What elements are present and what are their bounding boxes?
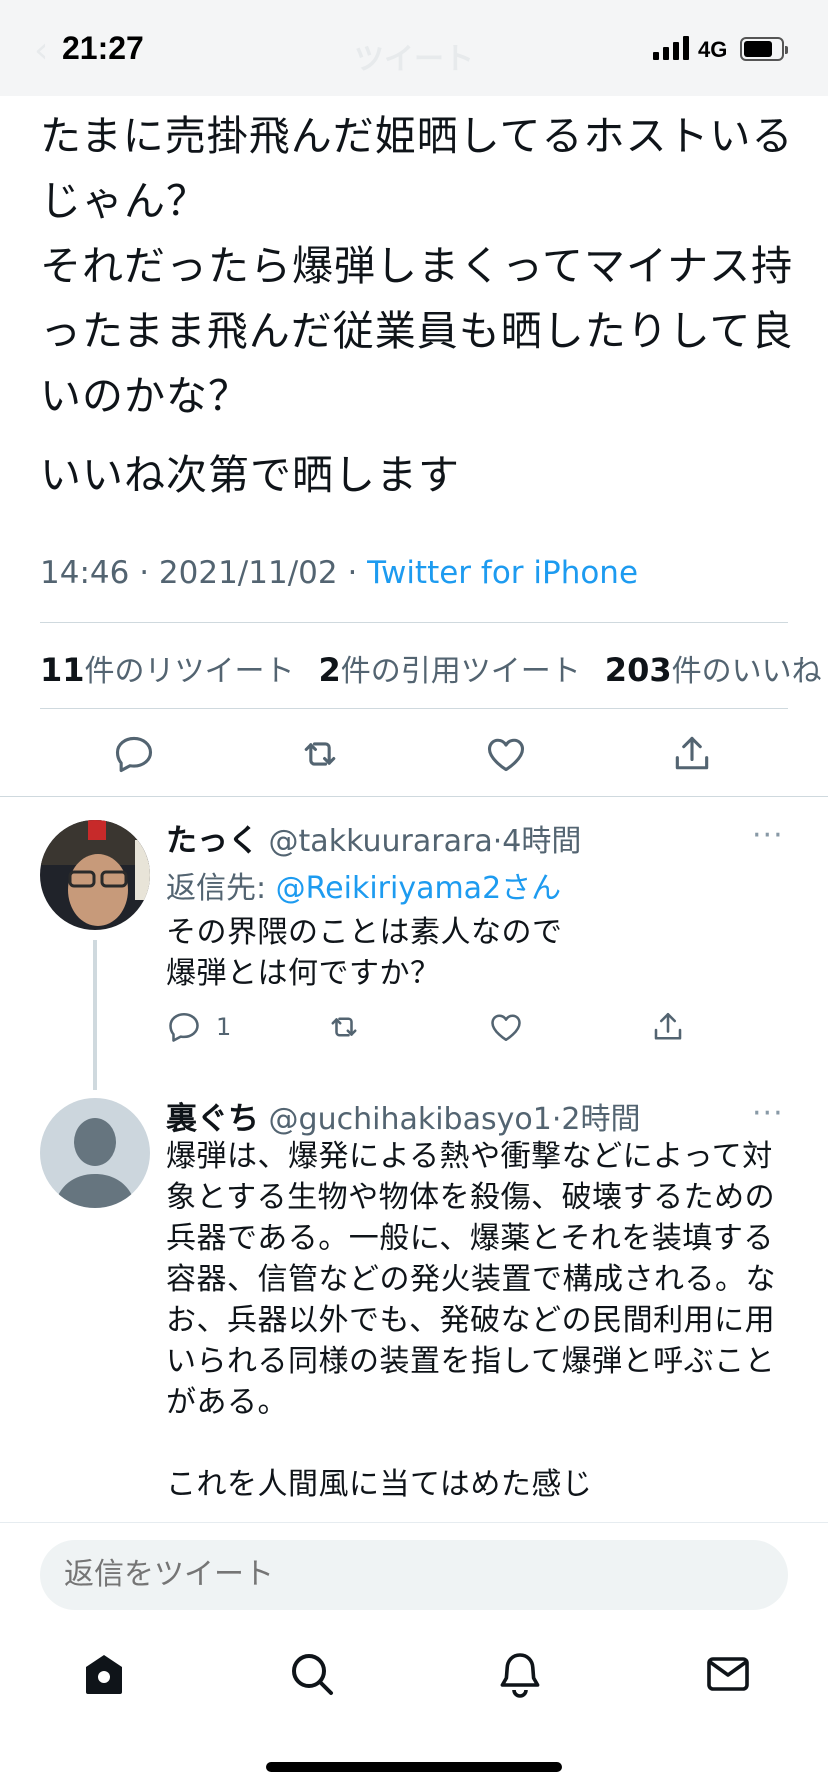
reply-author[interactable]: 裏ぐち @guchihakibasyo1·2時間	[166, 1093, 640, 1138]
meta-separator: ·	[129, 555, 159, 591]
tweet-stats: 11件のリツイート 2件の引用ツイート 203件のいいね	[40, 646, 822, 690]
tweet-source-link[interactable]: Twitter for iPhone	[367, 555, 638, 591]
battery-icon	[740, 37, 788, 61]
share-icon[interactable]	[670, 732, 714, 776]
divider	[40, 622, 788, 623]
share-icon[interactable]	[650, 1009, 686, 1045]
like-icon[interactable]	[484, 732, 528, 776]
more-options-icon[interactable]: ···	[752, 1096, 784, 1131]
home-icon[interactable]	[80, 1650, 128, 1698]
retweet-icon[interactable]	[326, 1009, 362, 1045]
thread-line	[93, 940, 97, 1090]
reply-icon[interactable]	[112, 732, 156, 776]
retweet-icon[interactable]	[298, 732, 342, 776]
status-bar: ‹ ツイート 21:27 4G	[0, 0, 828, 96]
tweet-date: 2021/11/02	[158, 555, 338, 591]
reply-to-user-link[interactable]: @Reikiriyama2さん	[276, 871, 562, 906]
tweet-text: たまに売掛飛んだ姫晒してるホストいるじゃん？ それだったら爆弾しまくってマイナス…	[40, 112, 794, 420]
signal-icon	[653, 36, 689, 60]
meta-separator: ·	[337, 555, 368, 591]
search-icon[interactable]	[288, 1650, 336, 1698]
more-options-icon[interactable]: ···	[752, 818, 784, 853]
reply-to-line: 返信先: @Reikiriyama2さん	[166, 871, 562, 906]
network-type: 4G	[698, 37, 728, 62]
reply-count: 1	[216, 1013, 232, 1041]
reply-text: 爆弾は、爆発による熱や衝撃などによって対象とする生物や物体を殺傷、破壊するための…	[166, 1139, 776, 1502]
like-icon[interactable]	[488, 1009, 524, 1045]
tweet-actions	[0, 725, 828, 785]
messages-icon[interactable]	[704, 1650, 752, 1698]
reply-author[interactable]: たっく @takkuurarara·4時間	[166, 815, 581, 860]
status-time: 21:27	[62, 30, 144, 66]
reply-text: その界隈のことは素人なので 爆弾とは何ですか？	[166, 915, 563, 991]
home-indicator	[266, 1762, 562, 1772]
like-stat[interactable]: 203件のいいね	[605, 646, 822, 690]
notifications-icon[interactable]	[496, 1650, 544, 1698]
tweet-text-second: いいね次第で晒します	[40, 451, 460, 499]
reply-actions: 1	[166, 1009, 726, 1051]
tweet-time: 14:46	[40, 555, 130, 591]
quote-stat[interactable]: 2件の引用ツイート	[319, 646, 581, 690]
divider	[0, 796, 828, 797]
reply-icon[interactable]	[166, 1009, 202, 1045]
reply-input[interactable]	[40, 1540, 788, 1610]
divider	[40, 708, 788, 709]
default-avatar[interactable]	[40, 1098, 150, 1208]
avatar[interactable]	[40, 820, 150, 930]
tweet-meta: 14:46 · 2021/11/02 · Twitter for iPhone	[40, 555, 638, 591]
retweet-stat[interactable]: 11件のリツイート	[40, 646, 295, 690]
